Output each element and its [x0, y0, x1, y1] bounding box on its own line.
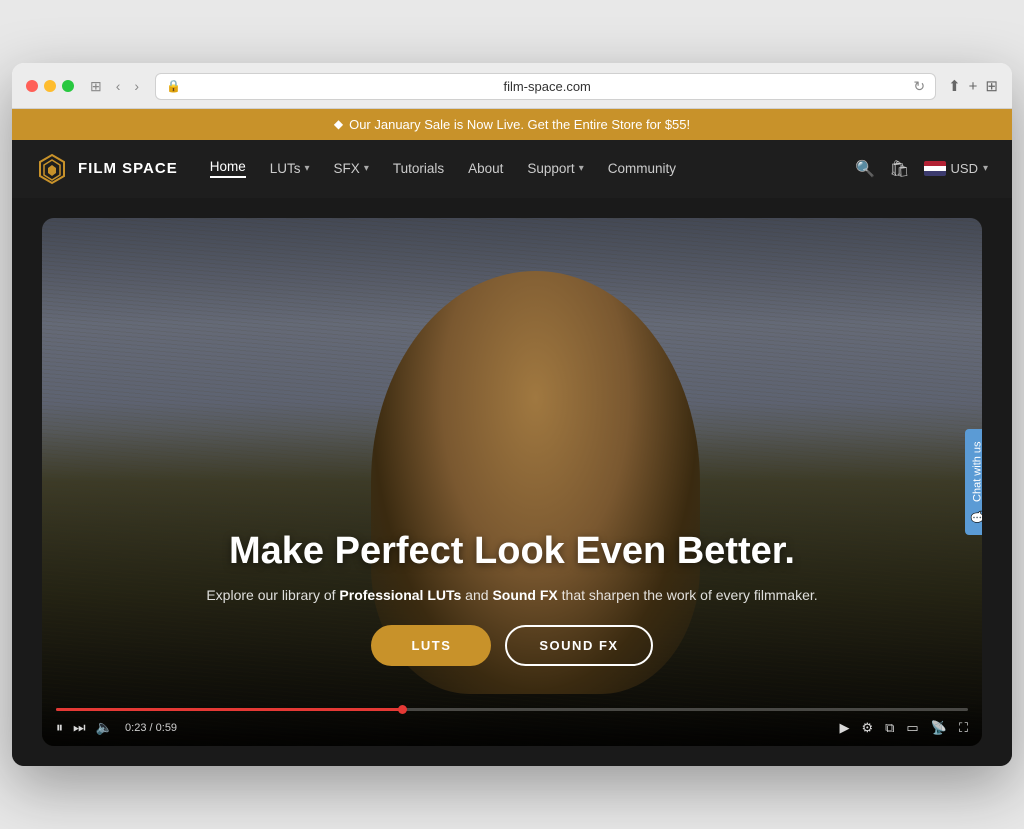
- video-controls: ⏸ ⏭ 🔈 0:23 / 0:59 ▶ ⚙ ⧉ ▭: [42, 700, 982, 746]
- scene-bg: [42, 218, 982, 747]
- hero-buttons: LUTS SOUND FX: [89, 625, 935, 666]
- hero-section: Make Perfect Look Even Better. Explore o…: [12, 198, 1012, 767]
- navbar: FILM SPACE Home LUTs ▾ SFX ▾ Tutorials: [12, 140, 1012, 198]
- site-content: ◆ Our January Sale is Now Live. Get the …: [12, 109, 1012, 767]
- hero-subtitle: Explore our library of Professional LUTs…: [89, 587, 935, 603]
- currency-label: USD: [951, 161, 978, 176]
- browser-actions: ⬆ + ⊞: [948, 77, 998, 95]
- progress-played: [56, 708, 403, 711]
- close-button[interactable]: [26, 80, 38, 92]
- next-icon[interactable]: ⏭: [73, 719, 86, 736]
- logo-text: FILM SPACE: [78, 160, 178, 177]
- chat-label: Chat with us: [972, 441, 983, 502]
- fullscreen-icon[interactable]: ⛶: [959, 720, 968, 736]
- nav-support[interactable]: Support ▾: [527, 161, 583, 176]
- nav-luts[interactable]: LUTs ▾: [270, 161, 310, 176]
- chat-icon: 💬: [971, 510, 982, 523]
- youtube-icon[interactable]: ▶: [839, 720, 849, 736]
- ctrl-right: ▶ ⚙ ⧉ ▭ 📡 ⛶: [839, 720, 968, 736]
- lock-icon: 🔒: [166, 79, 181, 93]
- forward-button[interactable]: ›: [130, 76, 143, 96]
- announcement-text: Our January Sale is Now Live. Get the En…: [349, 117, 690, 132]
- hero-content: Make Perfect Look Even Better. Explore o…: [89, 530, 935, 667]
- new-tab-icon[interactable]: +: [969, 78, 978, 95]
- progress-bar[interactable]: [56, 708, 968, 711]
- browser-chrome: ⊞ ‹ › 🔒 ↻ ⬆ + ⊞: [12, 63, 1012, 109]
- address-bar[interactable]: [189, 79, 905, 94]
- browser-controls: ⊞ ‹ ›: [86, 76, 143, 97]
- cart-icon[interactable]: 🛍: [889, 159, 909, 179]
- theater-icon[interactable]: ▭: [906, 720, 918, 736]
- announcement-bar[interactable]: ◆ Our January Sale is Now Live. Get the …: [12, 109, 1012, 140]
- refresh-icon[interactable]: ↻: [913, 78, 925, 95]
- controls-row: ⏸ ⏭ 🔈 0:23 / 0:59 ▶ ⚙ ⧉ ▭: [56, 719, 968, 736]
- soundfx-button[interactable]: SOUND FX: [505, 625, 652, 666]
- video-container: Make Perfect Look Even Better. Explore o…: [42, 218, 982, 747]
- nav-links: Home LUTs ▾ SFX ▾ Tutorials About Suppor: [210, 159, 856, 178]
- nav-tutorials[interactable]: Tutorials: [393, 161, 444, 176]
- minimize-button[interactable]: [44, 80, 56, 92]
- address-bar-wrapper: 🔒 ↻: [155, 73, 936, 100]
- nav-about[interactable]: About: [468, 161, 503, 176]
- window-layout-icon[interactable]: ⊞: [86, 76, 106, 97]
- maximize-button[interactable]: [62, 80, 74, 92]
- time-display: 0:23 / 0:59: [125, 722, 177, 734]
- luts-caret: ▾: [305, 163, 310, 174]
- nav-sfx[interactable]: SFX ▾: [334, 161, 369, 176]
- us-flag-icon: [924, 161, 946, 176]
- tabs-icon[interactable]: ⊞: [985, 77, 998, 95]
- support-caret: ▾: [579, 163, 584, 174]
- back-button[interactable]: ‹: [112, 76, 125, 96]
- dark-overlay: [42, 218, 982, 747]
- share-icon[interactable]: ⬆: [948, 77, 961, 95]
- logo-area[interactable]: FILM SPACE: [36, 153, 178, 185]
- traffic-lights: [26, 80, 74, 92]
- miniplayer-icon[interactable]: ⧉: [885, 720, 894, 736]
- hero-title: Make Perfect Look Even Better.: [89, 530, 935, 574]
- nav-actions: 🔍 🛍 USD ▾: [855, 159, 988, 179]
- sfx-caret: ▾: [364, 163, 369, 174]
- settings-icon[interactable]: ⚙: [861, 720, 873, 736]
- currency-selector[interactable]: USD ▾: [924, 161, 988, 176]
- volume-icon[interactable]: 🔈: [96, 719, 113, 736]
- search-icon[interactable]: 🔍: [855, 159, 875, 179]
- browser-window: ⊞ ‹ › 🔒 ↻ ⬆ + ⊞ ◆ Our January Sale is No…: [12, 63, 1012, 767]
- luts-button[interactable]: LUTS: [371, 625, 491, 666]
- diamond-icon: ◆: [334, 117, 343, 131]
- nav-community[interactable]: Community: [608, 161, 676, 176]
- cast-icon[interactable]: 📡: [931, 720, 947, 736]
- nav-home[interactable]: Home: [210, 159, 246, 178]
- chat-widget[interactable]: 💬 Chat with us: [965, 429, 982, 535]
- logo-icon: [36, 153, 68, 185]
- currency-caret: ▾: [983, 163, 988, 174]
- pause-icon[interactable]: ⏸: [56, 719, 63, 736]
- progress-dot: [398, 705, 407, 714]
